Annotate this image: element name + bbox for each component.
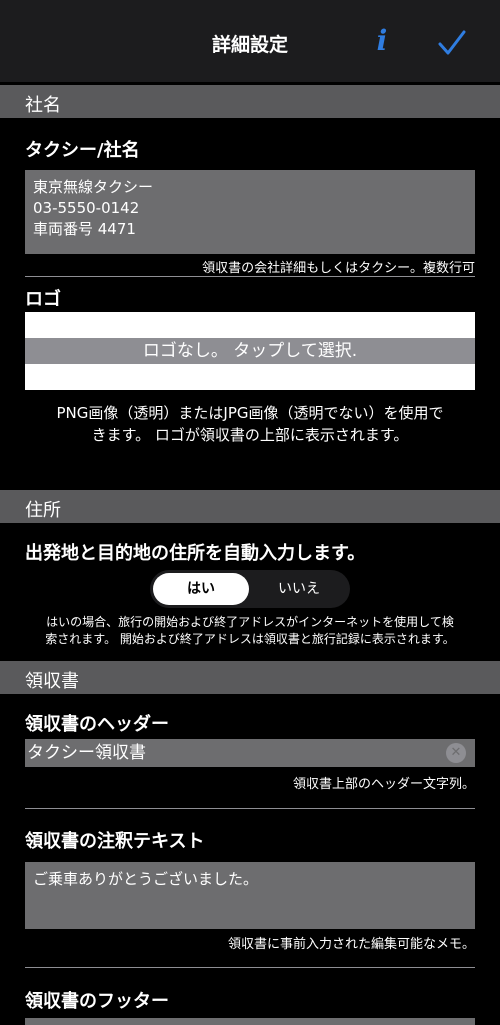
section-header-label: 社名	[25, 95, 61, 116]
logo-description-line: PNG画像（透明）またはJPG画像（透明でない）を使用で	[56, 404, 444, 422]
taxi-company-label: タクシー/社名	[25, 140, 140, 161]
navigation-bar: 詳細設定 i	[0, 0, 500, 82]
autofill-description: はいの場合、旅行の開始および終了アドレスがインターネットを使用して検 索されます…	[25, 614, 475, 648]
divider	[25, 276, 475, 277]
logo-description: PNG画像（透明）またはJPG画像（透明でない）を使用で きます。 ロゴが領収書…	[25, 402, 475, 446]
receipt-note-value: ご乗車ありがとうございました。	[33, 870, 259, 888]
receipt-footer-field[interactable]	[25, 1018, 475, 1025]
autofill-description-line: はいの場合、旅行の開始および終了アドレスがインターネットを使用して検	[46, 615, 454, 629]
receipt-note-label: 領収書の注釈テキスト	[25, 831, 205, 852]
section-header-label: 住所	[25, 500, 61, 521]
receipt-header-label: 領収書のヘッダー	[25, 714, 169, 735]
taxi-company-helper: 領収書の会社詳細もしくはタクシー。複数行可	[202, 261, 475, 276]
taxi-company-field[interactable]: 東京無線タクシー 03-5550-0142 車両番号 4471	[25, 170, 475, 254]
section-header-label: 領収書	[25, 671, 79, 692]
info-icon[interactable]: i	[370, 24, 394, 58]
receipt-note-helper: 領収書に事前入力された編集可能なメモ。	[227, 937, 475, 952]
section-header-receipt: 領収書	[0, 661, 500, 694]
receipt-footer-label: 領収書のフッター	[25, 991, 169, 1012]
receipt-header-input[interactable]: タクシー領収書	[25, 739, 475, 767]
page-title: 詳細設定	[211, 34, 288, 56]
section-header-address: 住所	[0, 490, 500, 523]
receipt-header-helper: 領収書上部のヘッダー文字列。	[292, 777, 475, 792]
clear-icon[interactable]: ✕	[446, 743, 466, 763]
logo-label: ロゴ	[25, 289, 61, 310]
taxi-company-line: 東京無線タクシー	[33, 178, 154, 196]
autofill-label: 出発地と目的地の住所を自動入力します。	[25, 543, 366, 564]
autofill-toggle[interactable]: はい いいえ	[150, 570, 350, 608]
toggle-option-yes[interactable]: はい	[153, 573, 249, 605]
checkmark-icon[interactable]	[437, 28, 467, 58]
logo-description-line: きます。 ロゴが領収書の上部に表示されます。	[91, 426, 409, 444]
taxi-company-line: 車両番号 4471	[33, 220, 136, 238]
divider	[25, 808, 475, 809]
taxi-company-line: 03-5550-0142	[33, 199, 140, 217]
receipt-note-field[interactable]: ご乗車ありがとうございました。	[25, 862, 475, 929]
section-header-company: 社名	[0, 85, 500, 118]
toggle-option-no[interactable]: いいえ	[251, 573, 347, 605]
autofill-description-line: 索されます。 開始および終了アドレスは領収書と旅行記録に表示されます。	[45, 632, 455, 646]
logo-placeholder[interactable]: ロゴなし。 タップして選択.	[25, 338, 475, 364]
divider	[25, 967, 475, 968]
